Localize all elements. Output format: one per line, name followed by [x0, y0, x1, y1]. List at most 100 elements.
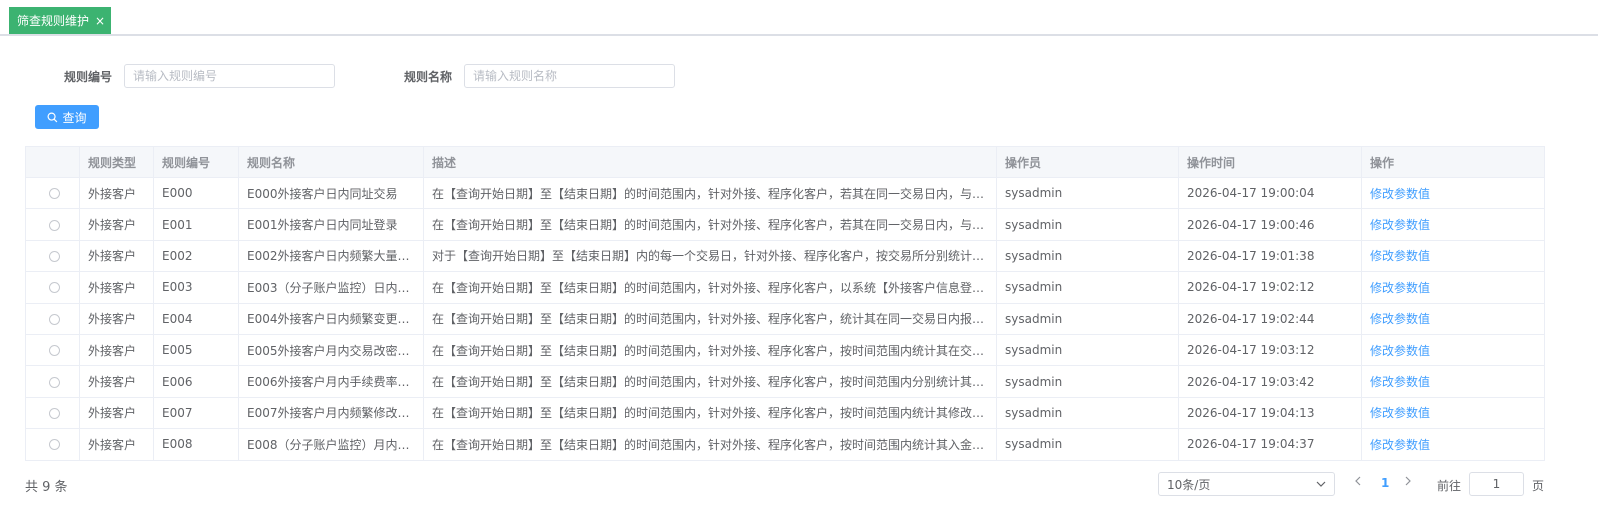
rule-name-input[interactable] — [464, 64, 675, 88]
column-header-operator: 操作员 — [996, 146, 1179, 178]
rule-code-input[interactable] — [124, 64, 335, 88]
goto-page-input[interactable] — [1469, 472, 1524, 496]
modify-params-link[interactable]: 修改参数值 — [1370, 406, 1430, 420]
row-radio[interactable] — [49, 439, 60, 451]
table-row[interactable]: 外接客户 E008 E008（分子账户监控）月内… 在【查询开始日期】至【结束日期】的… — [25, 428, 1545, 461]
operator-cell: sysadmin — [996, 428, 1179, 461]
row-select-cell — [25, 239, 80, 273]
query-button-label: 查询 — [62, 110, 87, 125]
table-row[interactable]: 外接客户 E007 E007外接客户月内频繁修改… 在【查询开始日期】至【结束日期】的… — [25, 396, 1545, 430]
modify-params-link[interactable]: 修改参数值 — [1370, 312, 1430, 326]
description-cell: 在【查询开始日期】至【结束日期】的时间范围内，针对外接、程序化客户，统计其在同一… — [423, 302, 997, 335]
rule-code-cell: E003 — [153, 271, 239, 304]
table-row[interactable]: 外接客户 E001 E001外接客户日内同址登录 在【查询开始日期】至【结束日期】的时… — [25, 208, 1545, 241]
operator-cell: sysadmin — [996, 176, 1179, 210]
goto-unit-label: 页 — [1532, 479, 1545, 493]
column-header-description: 描述 — [423, 146, 997, 178]
table-row[interactable]: 外接客户 E002 E002外接客户日内频繁大量… 对于【查询开始日期】至【结束日期】… — [25, 239, 1545, 273]
rule-code-cell: E008 — [153, 428, 239, 461]
row-radio[interactable] — [49, 313, 60, 325]
rule-type-cell: 外接客户 — [79, 208, 154, 241]
table-body: 外接客户 E000 E000外接客户日内同址交易 在【查询开始日期】至【结束日期】的时… — [25, 176, 1545, 461]
tab-screening-rules[interactable]: 筛查规则维护 × — [9, 7, 111, 34]
rule-name-cell: E008（分子账户监控）月内… — [238, 428, 424, 461]
row-radio[interactable] — [49, 376, 60, 388]
modify-params-link[interactable]: 修改参数值 — [1370, 218, 1430, 232]
row-radio[interactable] — [49, 250, 60, 262]
total-count: 共 9 条 — [25, 480, 68, 495]
rule-name-cell: E003（分子账户监控）日内… — [238, 271, 424, 304]
row-radio[interactable] — [49, 188, 60, 200]
operator-cell: sysadmin — [996, 239, 1179, 273]
rule-type-cell: 外接客户 — [79, 365, 154, 398]
actions-cell: 修改参数值 — [1361, 302, 1545, 335]
rule-name-cell: E004外接客户日内频繁变更… — [238, 302, 424, 335]
next-page-button[interactable] — [1405, 475, 1412, 490]
row-select-cell — [25, 208, 80, 241]
description-cell: 对于【查询开始日期】至【结束日期】内的每一个交易日，针对外接、程序化客户，按交易… — [423, 239, 997, 273]
page-size-value: 10条/页 — [1167, 477, 1211, 492]
close-icon[interactable]: × — [95, 14, 105, 28]
column-header-operation-time: 操作时间 — [1178, 146, 1362, 178]
description-cell: 在【查询开始日期】至【结束日期】的时间范围内，针对外接、程序化客户，按时间范围内… — [423, 396, 997, 430]
table-row[interactable]: 外接客户 E005 E005外接客户月内交易改密… 在【查询开始日期】至【结束日期】的… — [25, 333, 1545, 367]
actions-cell: 修改参数值 — [1361, 271, 1545, 304]
actions-cell: 修改参数值 — [1361, 365, 1545, 398]
table-header-row: 规则类型 规则编号 规则名称 描述 操作员 操作时间 操作 — [25, 146, 1545, 178]
rule-code-cell: E001 — [153, 208, 239, 241]
rule-type-cell: 外接客户 — [79, 176, 154, 210]
chevron-down-icon — [1316, 481, 1326, 487]
tab-label: 筛查规则维护 — [17, 14, 90, 28]
page-size-select[interactable]: 10条/页 — [1158, 472, 1335, 496]
rule-code-label: 规则编号 — [64, 70, 113, 84]
table-row[interactable]: 外接客户 E000 E000外接客户日内同址交易 在【查询开始日期】至【结束日期】的时… — [25, 176, 1545, 210]
column-header-rule-name: 规则名称 — [238, 146, 424, 178]
operation-time-cell: 2026-04-17 19:00:04 — [1178, 176, 1362, 210]
row-radio[interactable] — [49, 282, 60, 294]
rule-name-cell: E000外接客户日内同址交易 — [238, 176, 424, 210]
column-header-rule-code: 规则编号 — [153, 146, 239, 178]
operator-cell: sysadmin — [996, 396, 1179, 430]
rule-name-cell: E005外接客户月内交易改密… — [238, 333, 424, 367]
rule-code-cell: E004 — [153, 302, 239, 335]
modify-params-link[interactable]: 修改参数值 — [1370, 375, 1430, 389]
row-select-cell — [25, 176, 80, 210]
rule-type-cell: 外接客户 — [79, 333, 154, 367]
modify-params-link[interactable]: 修改参数值 — [1370, 344, 1430, 358]
rule-name-cell: E006外接客户月内手续费率… — [238, 365, 424, 398]
actions-cell: 修改参数值 — [1361, 176, 1545, 210]
row-radio[interactable] — [49, 345, 60, 357]
row-select-cell — [25, 333, 80, 367]
actions-cell: 修改参数值 — [1361, 333, 1545, 367]
table-row[interactable]: 外接客户 E004 E004外接客户日内频繁变更… 在【查询开始日期】至【结束日期】的… — [25, 302, 1545, 335]
description-cell: 在【查询开始日期】至【结束日期】的时间范围内，针对外接、程序化客户，按时间范围内… — [423, 365, 997, 398]
modify-params-link[interactable]: 修改参数值 — [1370, 187, 1430, 201]
rule-type-cell: 外接客户 — [79, 396, 154, 430]
operation-time-cell: 2026-04-17 19:00:46 — [1178, 208, 1362, 241]
query-button[interactable]: 查询 — [35, 105, 99, 129]
row-select-cell — [25, 396, 80, 430]
rule-code-cell: E002 — [153, 239, 239, 273]
row-radio[interactable] — [49, 219, 60, 231]
table-row[interactable]: 外接客户 E003 E003（分子账户监控）日内… 在【查询开始日期】至【结束日期】的… — [25, 271, 1545, 304]
page-number-1[interactable]: 1 — [1381, 476, 1389, 490]
table-row[interactable]: 外接客户 E006 E006外接客户月内手续费率… 在【查询开始日期】至【结束日期】的… — [25, 365, 1545, 398]
search-icon — [47, 112, 58, 122]
operation-time-cell: 2026-04-17 19:02:44 — [1178, 302, 1362, 335]
operator-cell: sysadmin — [996, 302, 1179, 335]
row-radio[interactable] — [49, 407, 60, 419]
modify-params-link[interactable]: 修改参数值 — [1370, 281, 1430, 295]
description-cell: 在【查询开始日期】至【结束日期】的时间范围内，针对外接、程序化客户，以系统【外接… — [423, 271, 997, 304]
modify-params-link[interactable]: 修改参数值 — [1370, 249, 1430, 263]
modify-params-link[interactable]: 修改参数值 — [1370, 438, 1430, 452]
rules-table: 规则类型 规则编号 规则名称 描述 操作员 操作时间 操作 外接客户 E000 E0… — [25, 146, 1545, 461]
operation-time-cell: 2026-04-17 19:03:12 — [1178, 333, 1362, 367]
prev-page-button[interactable] — [1354, 475, 1361, 490]
operator-cell: sysadmin — [996, 333, 1179, 367]
row-select-cell — [25, 365, 80, 398]
rule-name-cell: E001外接客户日内同址登录 — [238, 208, 424, 241]
actions-cell: 修改参数值 — [1361, 239, 1545, 273]
row-select-cell — [25, 271, 80, 304]
actions-cell: 修改参数值 — [1361, 428, 1545, 461]
rule-code-cell: E005 — [153, 333, 239, 367]
